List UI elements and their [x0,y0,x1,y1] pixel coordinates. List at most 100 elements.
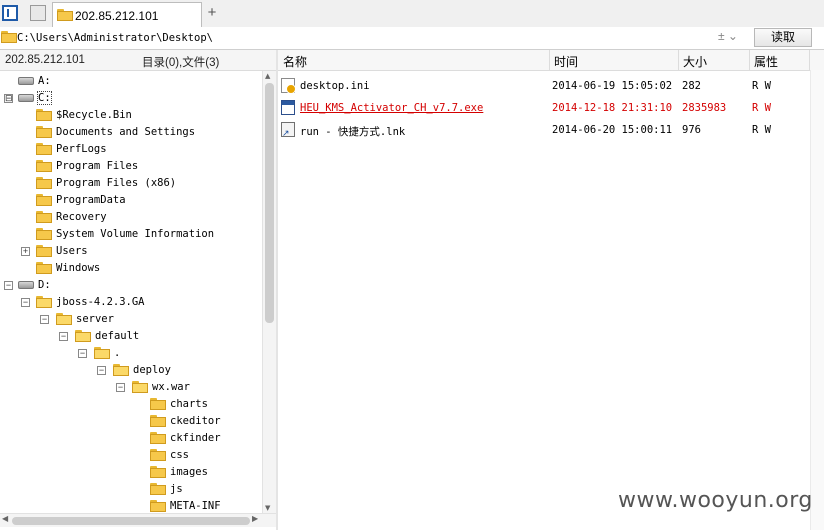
collapse-icon[interactable]: − [78,349,87,358]
tree-node[interactable]: − jboss-4.2.3.GA [0,294,262,311]
folder-icon [36,160,52,172]
file-time: 2014-12-18 21:31:10 [552,102,673,114]
ini-file-icon [281,78,296,94]
column-divider[interactable] [809,50,810,70]
expand-icon[interactable]: + [21,247,30,256]
column-header-time[interactable]: 时间 [554,53,578,70]
collapse-icon[interactable]: − [40,315,49,324]
folder-icon [150,500,166,512]
tree-node[interactable]: − server [0,311,262,328]
tree-node[interactable]: − D: [0,277,262,294]
tree-node[interactable]: $Recycle.Bin [0,107,262,124]
read-button[interactable]: 读取 [754,28,812,47]
file-time: 2014-06-20 15:00:11 [552,124,673,136]
tree-node[interactable]: Recovery [0,209,262,226]
column-header-size[interactable]: 大小 [683,53,707,70]
tree-node[interactable]: PerfLogs [0,141,262,158]
file-row[interactable]: desktop.ini 2014-06-19 15:05:02 282 R W [278,75,808,97]
folder-icon [36,228,52,240]
tree-node[interactable]: − wx.war [0,379,262,396]
tree-node[interactable]: Program Files (x86) [0,175,262,192]
add-tab-button[interactable]: + [204,4,220,22]
tree-node-label: System Volume Information [56,228,215,240]
tree-node[interactable]: META-INF [0,498,262,513]
tree-node-label: Documents and Settings [56,126,196,138]
path-dropdown-icon[interactable]: ± ⌄ [718,29,738,43]
path-input[interactable]: C:\Users\Administrator\Desktop\ [17,30,747,46]
collapse-icon[interactable]: − [59,332,68,341]
collapse-icon[interactable]: − [116,383,125,392]
folder-icon [36,296,52,308]
column-divider[interactable] [549,50,550,70]
tree-node[interactable]: js [0,481,262,498]
file-list-scrollbar[interactable] [810,70,824,530]
file-name: HEU_KMS_Activator_CH_v7.7.exe [300,102,484,114]
tree-node[interactable]: A: [0,73,262,90]
file-attr: R W [752,102,771,114]
tree-vertical-scrollbar[interactable]: ▲ ▼ [262,71,276,513]
folder-icon [150,483,166,495]
column-header-name[interactable]: 名称 [283,53,307,70]
tree-node[interactable]: ⊟ C: [0,90,262,107]
tree-node-label: Recovery [56,211,107,223]
tree-node-label: server [76,313,114,325]
tree-node[interactable]: ProgramData [0,192,262,209]
tree-node[interactable]: Windows [0,260,262,277]
tree-node-label: jboss-4.2.3.GA [56,296,145,308]
tree-node[interactable]: ckfinder [0,430,262,447]
scroll-down-icon[interactable]: ▼ [265,504,270,512]
collapse-icon[interactable]: − [97,366,106,375]
tree-node-label: images [170,466,208,478]
file-row[interactable]: HEU_KMS_Activator_CH_v7.7.exe 2014-12-18 … [278,97,808,119]
tree-node-label: deploy [133,364,171,376]
file-size: 976 [682,124,701,136]
tree-node[interactable]: charts [0,396,262,413]
tree-node[interactable]: −. [0,345,262,362]
tree-node[interactable]: + Users [0,243,262,260]
tree-node[interactable]: − default [0,328,262,345]
folder-icon [150,398,166,410]
file-size: 2835983 [682,102,727,114]
tree-node[interactable]: − deploy [0,362,262,379]
tree-node-label: A: [38,75,51,87]
dir-file-count: 目录(0),文件(3) [142,57,220,69]
scroll-thumb[interactable] [265,83,274,323]
drive-icon [18,281,34,289]
tree-horizontal-scrollbar[interactable]: ◀ ▶ [0,513,276,527]
tree-node[interactable]: images [0,464,262,481]
scroll-left-icon[interactable]: ◀ [2,514,8,523]
panel-toggle-icon[interactable] [2,5,18,21]
folder-icon [36,245,52,257]
column-header-attr[interactable]: 属性 [754,53,778,70]
tree-node-label: wx.war [152,381,190,393]
tree-header: 202.85.212.101 目录(0),文件(3) [0,50,276,71]
tree-node[interactable]: Documents and Settings [0,124,262,141]
column-divider[interactable] [749,50,750,70]
file-name: run - 快捷方式.lnk [300,126,406,138]
file-row[interactable]: run - 快捷方式.lnk 2014-06-20 15:00:11 976 R W [278,119,808,141]
tree-node-label: Users [56,245,88,257]
tree-node[interactable]: Program Files [0,158,262,175]
file-size: 282 [682,80,701,92]
scroll-up-icon[interactable]: ▲ [265,72,270,80]
tree-node-label: default [95,330,140,342]
file-attr: R W [752,124,771,136]
blank-tab-icon[interactable] [30,5,46,21]
host-label: 202.85.212.101 [5,54,85,66]
tree-node-label: js [170,483,183,495]
tree-node[interactable]: ckeditor [0,413,262,430]
tree-node[interactable]: System Volume Information [0,226,262,243]
tree-node[interactable]: css [0,447,262,464]
folder-icon [36,262,52,274]
collapse-icon[interactable]: − [4,281,13,290]
tab-host[interactable]: 202.85.212.101 [52,2,202,27]
folder-icon [150,466,166,478]
collapse-icon[interactable]: − [21,298,30,307]
column-divider[interactable] [678,50,679,70]
file-name: desktop.ini [300,80,370,92]
scroll-right-icon[interactable]: ▶ [252,514,258,523]
folder-icon [94,347,110,359]
tree-node-label: C: [37,91,52,105]
scroll-thumb[interactable] [12,517,250,525]
collapse-icon[interactable]: ⊟ [4,94,13,103]
